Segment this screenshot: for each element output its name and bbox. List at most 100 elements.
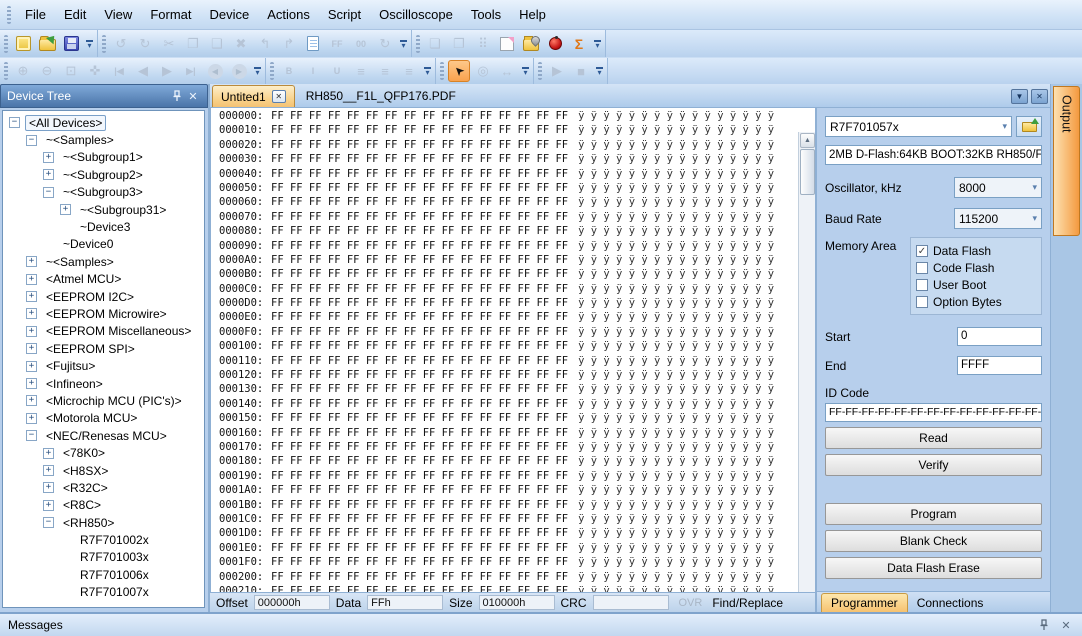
hex-row[interactable]: 000210:FF FF FF FF FF FF FF FF FF FF FF … bbox=[219, 585, 798, 592]
checksum-doc-button[interactable] bbox=[302, 33, 324, 55]
tools-folder-button[interactable] bbox=[520, 33, 542, 55]
tree-item-eeprom-i2c[interactable]: +<EEPROM I2C> bbox=[3, 288, 204, 305]
tree-item-subgroup2[interactable]: +~<Subgroup2> bbox=[3, 166, 204, 183]
data-flash-checkbox[interactable]: ✓ bbox=[916, 245, 928, 257]
expand-icon[interactable]: + bbox=[26, 395, 37, 406]
tree-item-device3[interactable]: ~Device3 bbox=[3, 218, 204, 235]
close-icon[interactable]: ✕ bbox=[1058, 618, 1074, 632]
tree-item-microchip-mcu-pic-s[interactable]: +<Microchip MCU (PIC's)> bbox=[3, 392, 204, 409]
tree-item-samples[interactable]: +~<Samples> bbox=[3, 253, 204, 270]
tree-item-subgroup3[interactable]: −~<Subgroup3> bbox=[3, 184, 204, 201]
cursor-button[interactable]: ➤ bbox=[448, 60, 470, 82]
tree-item-eeprom-microwire[interactable]: +<EEPROM Microwire> bbox=[3, 305, 204, 322]
baud-rate-select[interactable]: 115200 ▾ bbox=[954, 208, 1042, 229]
end-input[interactable]: FFFF bbox=[957, 356, 1042, 375]
tree-item-eeprom-miscellaneous[interactable]: +<EEPROM Miscellaneous> bbox=[3, 323, 204, 340]
hex-row[interactable]: 0001A0:FF FF FF FF FF FF FF FF FF FF FF … bbox=[219, 484, 798, 498]
data-flash-erase-button[interactable]: Data Flash Erase bbox=[825, 557, 1042, 579]
toolbar-grip-icon[interactable] bbox=[7, 6, 11, 24]
expand-icon[interactable]: + bbox=[26, 256, 37, 267]
start-input[interactable]: 0 bbox=[957, 327, 1042, 346]
hex-row[interactable]: 000140:FF FF FF FF FF FF FF FF FF FF FF … bbox=[219, 398, 798, 412]
hex-row[interactable]: 000050:FF FF FF FF FF FF FF FF FF FF FF … bbox=[219, 182, 798, 196]
tree-item-r7f701007x[interactable]: R7F701007x bbox=[3, 584, 204, 601]
collapse-icon[interactable]: − bbox=[26, 430, 37, 441]
expand-icon[interactable]: + bbox=[26, 291, 37, 302]
menu-item-edit[interactable]: Edit bbox=[55, 4, 95, 25]
tree-item-motorola-mcu[interactable]: +<Motorola MCU> bbox=[3, 410, 204, 427]
scrollbar-thumb[interactable] bbox=[800, 149, 815, 195]
device-select[interactable]: R7F701057x ▾ bbox=[825, 116, 1012, 137]
hex-row[interactable]: 000070:FF FF FF FF FF FF FF FF FF FF FF … bbox=[219, 211, 798, 225]
tab-connections[interactable]: Connections bbox=[908, 593, 993, 612]
scroll-up-icon[interactable]: ▲ bbox=[800, 133, 815, 148]
option-bytes-checkbox[interactable] bbox=[916, 296, 928, 308]
menu-item-help[interactable]: Help bbox=[510, 4, 555, 25]
tree-item-subgroup31[interactable]: +~<Subgroup31> bbox=[3, 201, 204, 218]
tab-output[interactable]: Output bbox=[1053, 86, 1080, 236]
expand-icon[interactable]: + bbox=[43, 169, 54, 180]
hex-row[interactable]: 0001B0:FF FF FF FF FF FF FF FF FF FF FF … bbox=[219, 499, 798, 513]
menu-item-script[interactable]: Script bbox=[319, 4, 370, 25]
tree-item-78k0[interactable]: +<78K0> bbox=[3, 444, 204, 461]
toolbar-grip-icon[interactable] bbox=[4, 35, 8, 53]
hex-row[interactable]: 000010:FF FF FF FF FF FF FF FF FF FF FF … bbox=[219, 124, 798, 138]
menu-item-tools[interactable]: Tools bbox=[462, 4, 510, 25]
hex-row[interactable]: 000120:FF FF FF FF FF FF FF FF FF FF FF … bbox=[219, 369, 798, 383]
hex-row[interactable]: 000200:FF FF FF FF FF FF FF FF FF FF FF … bbox=[219, 571, 798, 585]
read-button[interactable]: Read bbox=[825, 427, 1042, 449]
hex-row[interactable]: 000100:FF FF FF FF FF FF FF FF FF FF FF … bbox=[219, 340, 798, 354]
save-file-button[interactable] bbox=[60, 33, 82, 55]
hex-row[interactable]: 0001D0:FF FF FF FF FF FF FF FF FF FF FF … bbox=[219, 527, 798, 541]
size-input[interactable]: 010000h bbox=[479, 595, 555, 610]
tree-item-samples[interactable]: −~<Samples> bbox=[3, 131, 204, 148]
toolbar-grip-icon[interactable] bbox=[270, 62, 274, 80]
menu-item-actions[interactable]: Actions bbox=[258, 4, 319, 25]
tree-item-fujitsu[interactable]: +<Fujitsu> bbox=[3, 357, 204, 374]
toolbar-grip-icon[interactable] bbox=[4, 62, 8, 80]
menu-item-format[interactable]: Format bbox=[141, 4, 200, 25]
hex-row[interactable]: 0000E0:FF FF FF FF FF FF FF FF FF FF FF … bbox=[219, 311, 798, 325]
tree-item-subgroup1[interactable]: +~<Subgroup1> bbox=[3, 149, 204, 166]
menu-item-file[interactable]: File bbox=[16, 4, 55, 25]
new-file-button[interactable] bbox=[12, 33, 34, 55]
user-boot-checkbox[interactable] bbox=[916, 279, 928, 291]
hex-row[interactable]: 000150:FF FF FF FF FF FF FF FF FF FF FF … bbox=[219, 412, 798, 426]
toolbar-overflow-icon[interactable]: ▾ bbox=[594, 60, 605, 82]
menu-item-view[interactable]: View bbox=[95, 4, 141, 25]
note-sheet-button[interactable] bbox=[496, 33, 518, 55]
hex-row[interactable]: 0000F0:FF FF FF FF FF FF FF FF FF FF FF … bbox=[219, 326, 798, 340]
hex-row[interactable]: 000040:FF FF FF FF FF FF FF FF FF FF FF … bbox=[219, 168, 798, 182]
hex-row[interactable]: 0000B0:FF FF FF FF FF FF FF FF FF FF FF … bbox=[219, 268, 798, 282]
hex-row[interactable]: 0001F0:FF FF FF FF FF FF FF FF FF FF FF … bbox=[219, 556, 798, 570]
expand-icon[interactable]: + bbox=[26, 378, 37, 389]
sigma-button[interactable]: Σ bbox=[568, 33, 590, 55]
toolbar-grip-icon[interactable] bbox=[538, 62, 542, 80]
expand-icon[interactable]: + bbox=[26, 343, 37, 354]
debug-bug-button[interactable] bbox=[544, 33, 566, 55]
tree-item-nec-renesas-mcu[interactable]: −<NEC/Renesas MCU> bbox=[3, 427, 204, 444]
verify-button[interactable]: Verify bbox=[825, 454, 1042, 476]
tree-item-atmel-mcu[interactable]: +<Atmel MCU> bbox=[3, 271, 204, 288]
collapse-icon[interactable]: − bbox=[9, 117, 20, 128]
toolbar-overflow-icon[interactable]: ▾ bbox=[592, 33, 603, 55]
hex-row[interactable]: 000110:FF FF FF FF FF FF FF FF FF FF FF … bbox=[219, 355, 798, 369]
blank-check-button[interactable]: Blank Check bbox=[825, 530, 1042, 552]
collapse-icon[interactable]: − bbox=[43, 517, 54, 528]
offset-input[interactable]: 000000h bbox=[254, 595, 330, 610]
hex-row[interactable]: 000160:FF FF FF FF FF FF FF FF FF FF FF … bbox=[219, 427, 798, 441]
hex-row[interactable]: 000180:FF FF FF FF FF FF FF FF FF FF FF … bbox=[219, 455, 798, 469]
hex-row[interactable]: 0000C0:FF FF FF FF FF FF FF FF FF FF FF … bbox=[219, 283, 798, 297]
hex-row[interactable]: 000090:FF FF FF FF FF FF FF FF FF FF FF … bbox=[219, 240, 798, 254]
expand-icon[interactable]: + bbox=[43, 500, 54, 511]
hex-row[interactable]: 000060:FF FF FF FF FF FF FF FF FF FF FF … bbox=[219, 196, 798, 210]
expand-icon[interactable]: + bbox=[26, 361, 37, 372]
hex-row[interactable]: 0001C0:FF FF FF FF FF FF FF FF FF FF FF … bbox=[219, 513, 798, 527]
hex-row[interactable]: 0000A0:FF FF FF FF FF FF FF FF FF FF FF … bbox=[219, 254, 798, 268]
tree-item-r7f701006x[interactable]: R7F701006x bbox=[3, 566, 204, 583]
expand-icon[interactable]: + bbox=[60, 204, 71, 215]
toolbar-grip-icon[interactable] bbox=[440, 62, 444, 80]
program-button[interactable]: Program bbox=[825, 503, 1042, 525]
find-replace-button[interactable]: Find/Replace bbox=[712, 596, 783, 610]
expand-icon[interactable]: + bbox=[43, 482, 54, 493]
